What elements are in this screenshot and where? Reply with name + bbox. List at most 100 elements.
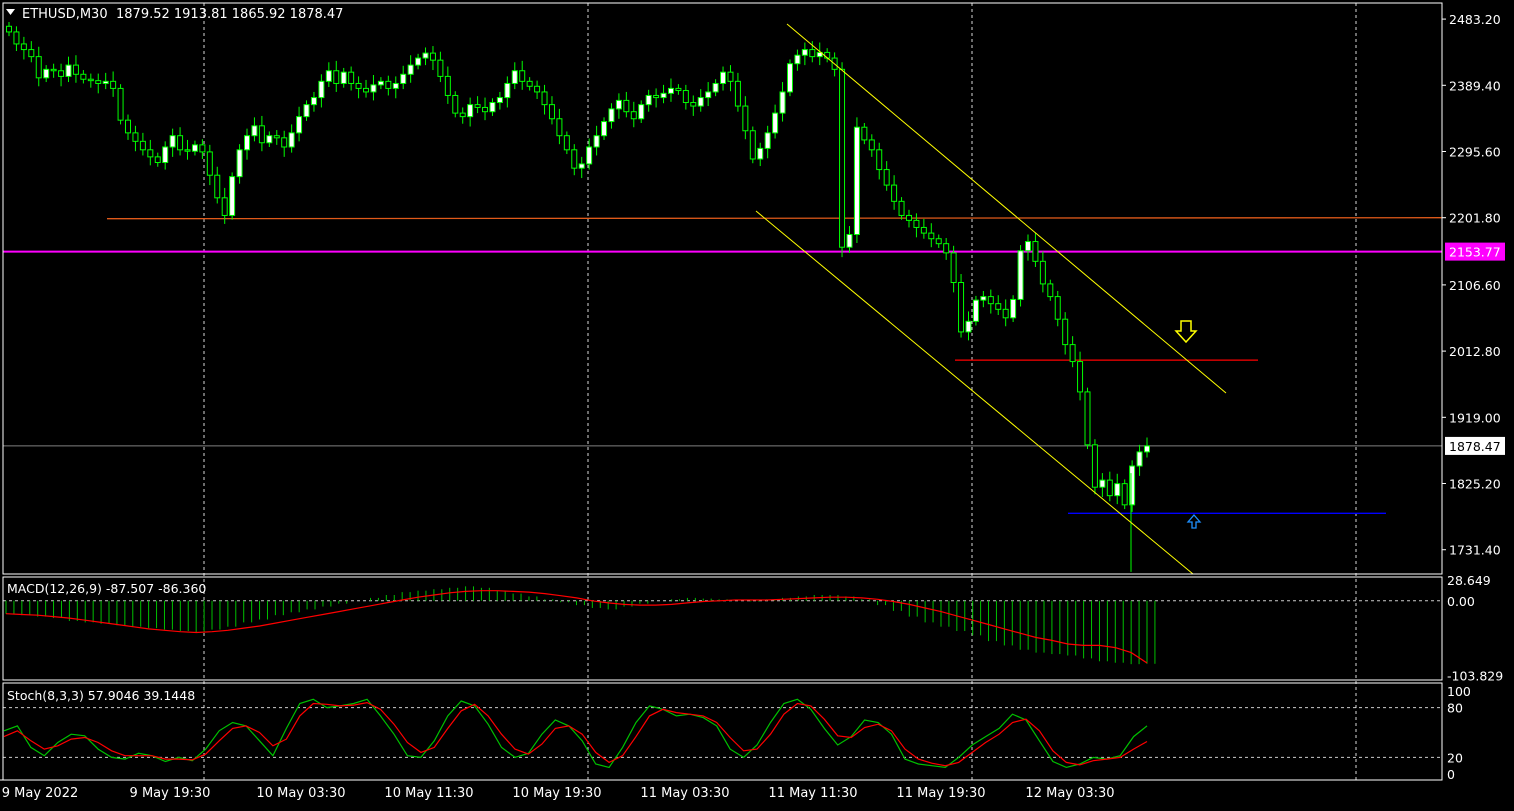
candle	[779, 82, 786, 122]
candle-body-bull	[236, 149, 243, 178]
candle	[1002, 299, 1009, 327]
candle-body-bull	[377, 80, 384, 86]
candle	[296, 106, 303, 142]
candle	[1084, 387, 1091, 450]
candle	[65, 56, 72, 83]
price-tick-label: 2106.60	[1449, 278, 1501, 293]
candle-body-bull	[1010, 298, 1017, 319]
time-axis-label: 11 May 11:30	[768, 786, 857, 801]
candle	[482, 97, 489, 121]
candle-body-bear	[623, 99, 630, 113]
candle-body-bear	[87, 78, 94, 82]
mt4-chart-window[interactable]: 2153.77 1878.47 MACD(12,26,9) -87.507 -86…	[0, 0, 1514, 807]
candle	[415, 53, 422, 70]
candle-body-bull	[697, 97, 704, 107]
candle	[422, 47, 429, 66]
candle-body-bear	[482, 106, 489, 113]
candle	[340, 67, 347, 88]
candle-body-bear	[519, 70, 526, 82]
candle-body-bull	[853, 126, 860, 236]
candle	[80, 70, 87, 84]
candle	[437, 51, 444, 83]
candle-body-bear	[273, 135, 280, 139]
candle-body-bull	[191, 144, 198, 152]
candle-body-bull	[779, 91, 786, 114]
candle-body-bull	[310, 97, 317, 106]
candle-body-bull	[972, 299, 979, 322]
candle	[72, 55, 79, 83]
chart-canvas[interactable]: 2153.77 1878.47 MACD(12,26,9) -87.507 -86…	[0, 0, 1514, 807]
candle-body-bull	[1017, 250, 1024, 300]
candle-body-bull	[162, 146, 169, 164]
candle-body-bull	[764, 132, 771, 149]
candle-body-bear	[913, 219, 920, 228]
candle	[987, 289, 994, 314]
candle	[191, 140, 198, 156]
candle-body-bear	[526, 80, 533, 87]
candle	[995, 295, 1002, 315]
candle	[266, 131, 273, 147]
candle	[348, 66, 355, 91]
candle	[541, 84, 548, 115]
candle-body-bear	[258, 125, 265, 144]
time-axis-label: 10 May 19:30	[512, 786, 601, 801]
candle-body-bear	[459, 112, 466, 118]
candle-body-bull	[794, 54, 801, 65]
menu-triangle-icon[interactable]	[6, 9, 15, 15]
main-panel-frame	[2, 2, 1443, 575]
candle	[1010, 295, 1017, 323]
candle	[734, 72, 741, 112]
candle	[333, 60, 340, 92]
candle-body-bear	[281, 137, 288, 148]
candle	[87, 73, 94, 88]
candle	[1136, 444, 1143, 476]
candle	[184, 139, 191, 160]
time-axis-label: 10 May 03:30	[256, 786, 345, 801]
candle	[764, 125, 771, 159]
candle-body-bull	[400, 73, 407, 84]
candle-body-bear	[571, 149, 578, 169]
candle	[58, 63, 65, 87]
candle	[1091, 439, 1098, 495]
arrow-down-icon	[1174, 320, 1198, 344]
candle-body-bear	[333, 70, 340, 84]
candle	[273, 130, 280, 145]
candle-body-bull	[1099, 479, 1106, 488]
candle	[1077, 351, 1084, 401]
candle-body-bull	[251, 125, 258, 137]
candle-body-bull	[511, 70, 518, 84]
candle-body-bear	[35, 56, 42, 79]
candle-body-bear	[905, 214, 912, 221]
candle	[950, 245, 957, 293]
candle-body-bear	[943, 243, 950, 254]
candle	[6, 22, 12, 37]
candle	[511, 62, 518, 90]
candle	[786, 59, 793, 97]
candle-body-bear	[132, 132, 139, 142]
candle-body-bull	[615, 99, 622, 110]
candle	[943, 238, 950, 260]
candle-body-bull	[1024, 241, 1031, 252]
candle	[928, 223, 935, 248]
time-axis-label: 11 May 03:30	[640, 786, 729, 801]
candle-body-bull	[504, 82, 511, 99]
candle	[660, 84, 667, 104]
candle-body-bear	[839, 68, 846, 248]
time-axis-label: 9 May 2022	[2, 786, 79, 801]
price-tick-label: 2483.20	[1449, 12, 1501, 27]
candle	[244, 128, 251, 160]
candle	[593, 125, 600, 156]
candle-body-bear	[928, 232, 935, 240]
time-axis-label: 10 May 11:30	[384, 786, 473, 801]
candle	[1121, 479, 1128, 510]
candle-body-bear	[749, 130, 756, 160]
candle-body-bear	[861, 126, 868, 141]
candle	[1047, 279, 1054, 301]
candle-body-bull	[169, 135, 176, 148]
candle	[459, 107, 466, 124]
candle-body-bear	[1069, 344, 1076, 363]
candle-body-bear	[474, 104, 481, 108]
candle-body-bull	[705, 91, 712, 99]
candle	[556, 108, 563, 145]
candle-body-bear	[1077, 361, 1084, 393]
